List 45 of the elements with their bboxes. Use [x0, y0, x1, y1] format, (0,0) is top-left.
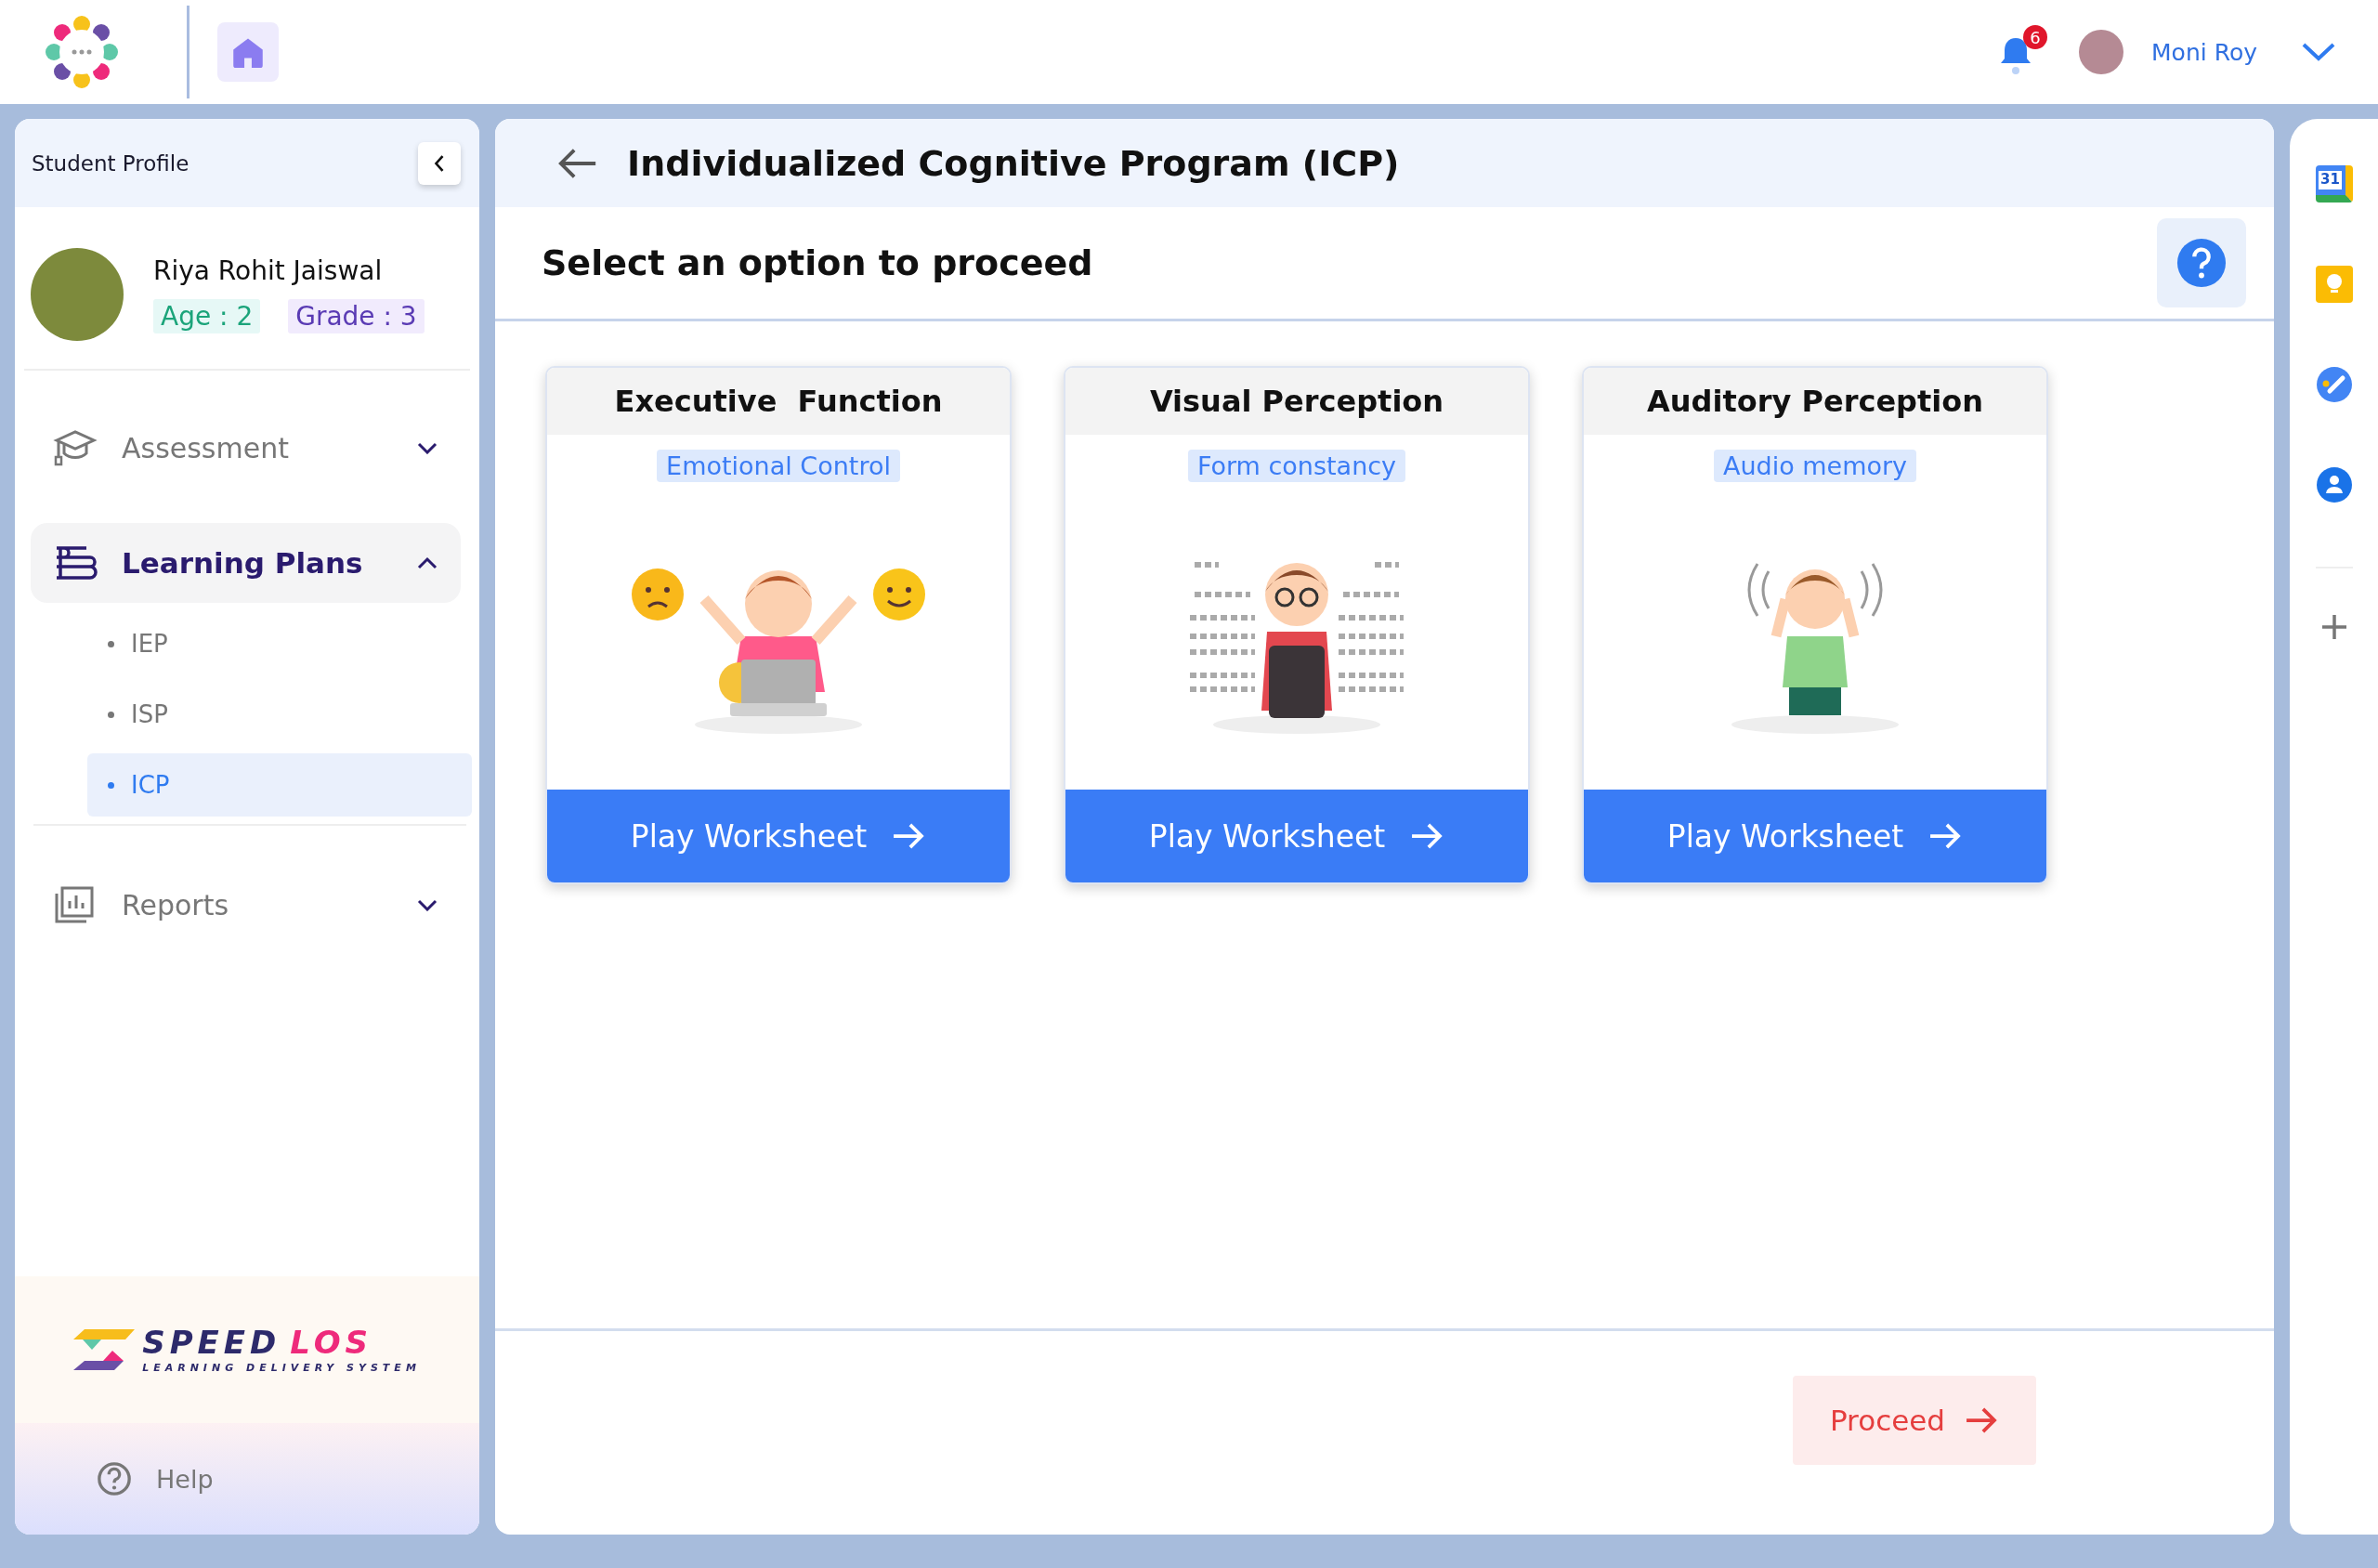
sub-nav-item[interactable]: ISP [87, 683, 472, 746]
sub-nav-item[interactable]: ICP [87, 753, 472, 817]
page-title: Individualized Cognitive Program (ICP) [627, 142, 1400, 184]
user-name[interactable]: Moni Roy [2151, 38, 2257, 66]
proceed-button[interactable]: Proceed [1793, 1376, 2036, 1465]
nav-item[interactable]: Reports [31, 865, 461, 945]
section-title: Select an option to proceed [542, 242, 1093, 283]
arrow-right-icon [1964, 1406, 1999, 1434]
chevron-left-icon [433, 152, 446, 174]
brand-mark-icon [73, 1329, 136, 1370]
home-button[interactable] [217, 22, 279, 82]
card-title: Executive Function [614, 384, 943, 419]
age-tag: Age : 2 [153, 299, 261, 333]
chevron-icon [416, 441, 438, 454]
student-name: Riya Rohit Jaiswal [153, 255, 384, 286]
sub-nav-item[interactable]: IEP [87, 612, 472, 675]
card-title: Auditory Perception [1647, 384, 1983, 419]
nav-item[interactable]: Learning Plans [31, 523, 461, 603]
brand-name: SPEED LOS [142, 1326, 374, 1358]
card-title: Visual Perception [1149, 384, 1444, 419]
user-avatar[interactable] [2079, 30, 2124, 74]
contact-icon[interactable] [2315, 466, 2353, 503]
plus-icon[interactable] [2319, 613, 2348, 641]
flower-logo-icon [45, 15, 119, 89]
calendar-icon[interactable]: 31 [2315, 165, 2353, 203]
help-link[interactable]: Help [97, 1461, 214, 1496]
play-worksheet-button[interactable]: Play Worksheet [1065, 790, 1528, 882]
help-icon [2176, 238, 2227, 288]
checkmark-icon[interactable] [2315, 366, 2353, 403]
play-worksheet-button[interactable]: Play Worksheet [547, 790, 1010, 882]
grade-tag: Grade : 3 [288, 299, 425, 333]
notification-badge: 6 [2023, 25, 2048, 49]
skill-tag: Emotional Control [657, 450, 900, 482]
chevron-icon [416, 556, 438, 569]
sidebar-title: Student Profile [32, 150, 189, 176]
brand-tagline: LEARNING DELIVERY SYSTEM [142, 1361, 421, 1374]
help-icon [97, 1461, 132, 1496]
play-worksheet-button[interactable]: Play Worksheet [1584, 790, 2046, 882]
nav-item[interactable]: Assessment [31, 408, 461, 488]
skill-tag: Audio memory [1713, 450, 1917, 482]
chevron-icon [416, 898, 438, 911]
skill-tag: Form constancy [1187, 450, 1406, 482]
chevron-down-icon[interactable] [2300, 41, 2337, 63]
help-button[interactable] [2157, 218, 2246, 307]
collapse-button[interactable] [418, 141, 461, 185]
